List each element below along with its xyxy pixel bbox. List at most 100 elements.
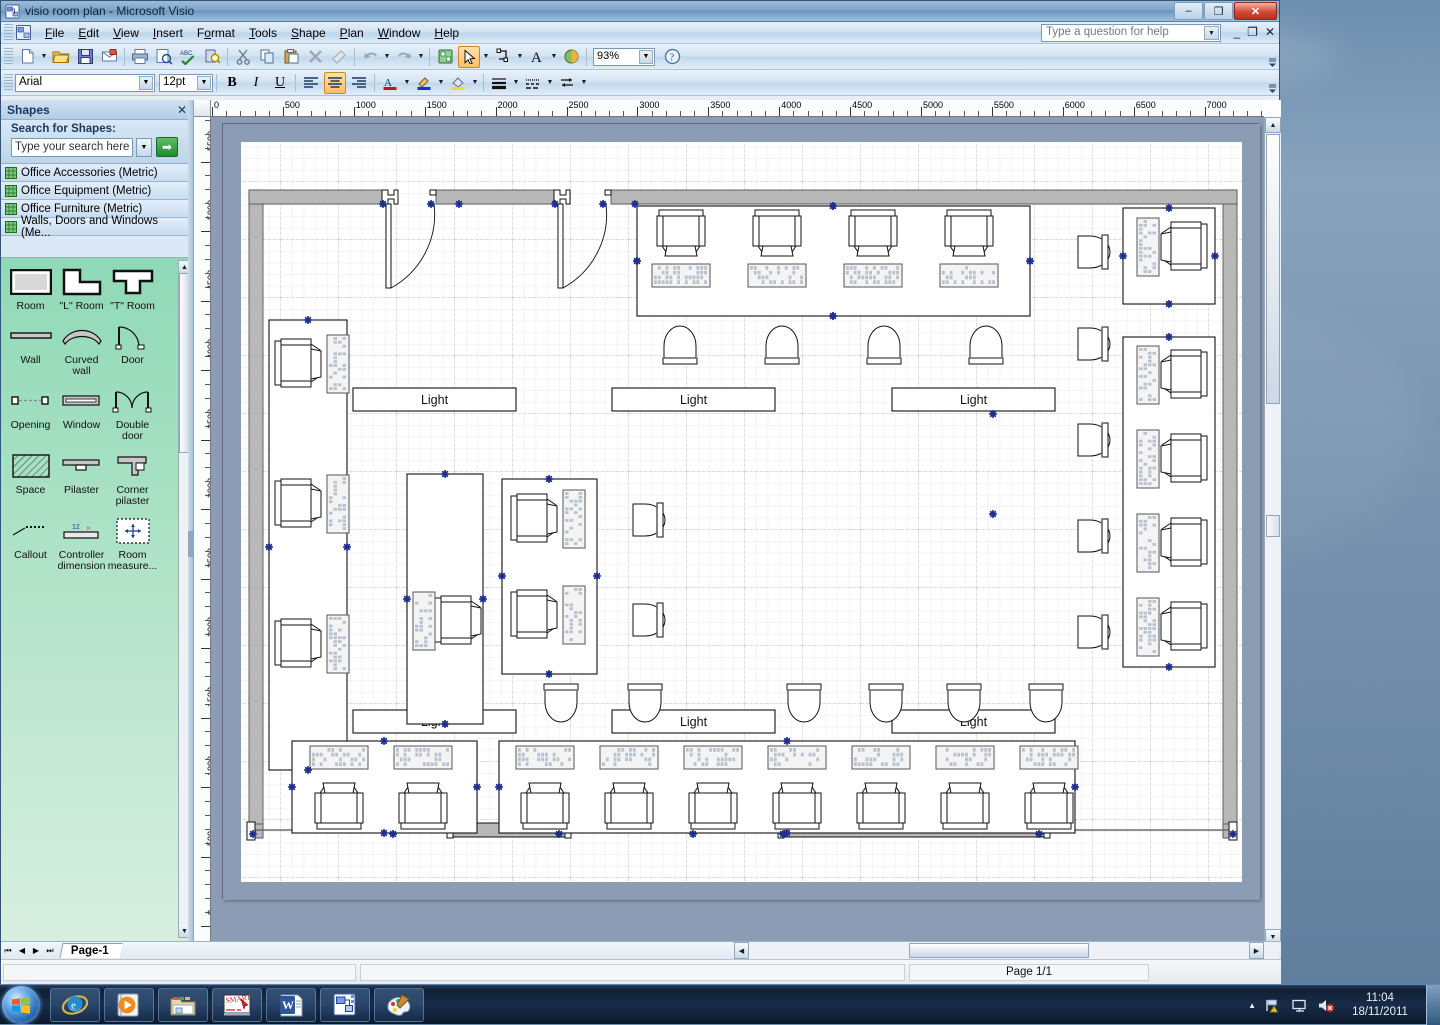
taskbar-item-microsoft-visio[interactable] (320, 988, 370, 1022)
stencil-master-door-shape[interactable]: Door (107, 318, 158, 377)
connector-tool-dropdown-icon[interactable]: ▼ (515, 46, 525, 68)
standard-toolbar-handle[interactable] (4, 48, 13, 66)
shapes-window-icon[interactable] (434, 46, 456, 68)
canvas-vertical-scrollbar[interactable]: ▲ ▼ (1264, 117, 1281, 945)
close-icon[interactable]: ✕ (177, 103, 187, 117)
formatting-toolbar-overflow-button[interactable] (1267, 70, 1277, 94)
font-size-combobox[interactable]: 12pt ▼ (159, 74, 213, 92)
stencil-master-corner-pilaster-shape[interactable]: Corner pilaster (107, 448, 158, 507)
text-color-dropdown-icon[interactable]: ▼ (402, 72, 412, 94)
bold-button[interactable]: B (221, 72, 243, 94)
connector-tool-icon[interactable] (492, 46, 514, 68)
chevron-down-icon[interactable]: ▼ (639, 50, 653, 64)
redo-dropdown-icon[interactable]: ▼ (416, 46, 426, 68)
stencil-master-room-shape[interactable]: Room (5, 264, 56, 312)
align-center-icon[interactable] (324, 72, 346, 94)
menu-item-plan[interactable]: Plan (333, 24, 371, 42)
menu-item-shape[interactable]: Shape (284, 24, 333, 42)
tab-scroll-thumb[interactable] (909, 943, 1089, 958)
maximize-button[interactable]: ❐ (1204, 2, 1233, 20)
doc-minimize-button[interactable]: _ (1233, 25, 1240, 39)
line-ends-icon[interactable] (556, 72, 578, 94)
open-icon[interactable] (50, 46, 72, 68)
stencil-master-window-shape[interactable]: Window (56, 383, 107, 442)
copy-icon[interactable] (256, 46, 278, 68)
line-pattern-icon[interactable] (522, 72, 544, 94)
menu-item-edit[interactable]: Edit (71, 24, 106, 42)
drawing-canvas[interactable]: LightLightLightLightLightLight (211, 117, 1264, 945)
last-page-button[interactable]: ⏭ (43, 943, 57, 958)
stencil-master-controller-dimension-shape[interactable]: 12Controller dimension (56, 513, 107, 572)
help-icon[interactable]: ? (661, 46, 683, 68)
menu-item-tools[interactable]: Tools (242, 24, 284, 42)
horizontal-ruler[interactable]: 0500100015002000250030003500400045005000… (211, 100, 1264, 117)
minimize-button[interactable]: – (1174, 2, 1203, 20)
vertical-ruler[interactable]: 0500100015002000250030003500400045005000… (194, 117, 211, 945)
tab-grip[interactable] (1264, 942, 1279, 959)
text-tool-dropdown-icon[interactable]: ▼ (549, 46, 559, 68)
pointer-tool-dropdown-icon[interactable]: ▼ (481, 46, 491, 68)
taskbar-item-microsoft-word[interactable]: W (266, 988, 316, 1022)
text-color-icon[interactable]: A (379, 72, 401, 94)
undo-dropdown-icon[interactable]: ▼ (382, 46, 392, 68)
page-tabs-scroll-area[interactable]: ◀ ▶ (734, 941, 1279, 959)
cut-icon[interactable] (232, 46, 254, 68)
stencil-master-opening-shape[interactable]: Opening (5, 383, 56, 442)
paste-icon[interactable] (280, 46, 302, 68)
page-sheet[interactable]: LightLightLightLightLightLight (222, 123, 1259, 899)
taskbar-item-microsoft-paint[interactable] (374, 988, 424, 1022)
next-page-button[interactable]: ▶ (29, 943, 43, 958)
display-icon[interactable] (1291, 998, 1308, 1013)
line-color-icon[interactable] (413, 72, 435, 94)
stencil-master-callout-shape[interactable]: Callout (5, 513, 56, 572)
stencil-master-l-room-shape[interactable]: "L" Room (56, 264, 107, 312)
taskbar-item-smart-notebook[interactable]: SMART (212, 988, 262, 1022)
menu-item-format[interactable]: Format (190, 24, 242, 42)
toolbar-overflow-button[interactable] (1267, 44, 1277, 68)
menu-item-window[interactable]: Window (371, 24, 428, 42)
zoom-combobox[interactable]: 93% ▼ (593, 48, 655, 66)
delete-icon[interactable] (304, 46, 326, 68)
scroll-right-icon[interactable]: ▶ (1249, 942, 1264, 959)
line-weight-icon[interactable] (488, 72, 510, 94)
new-icon[interactable] (16, 46, 38, 68)
chevron-down-icon[interactable]: ▼ (136, 138, 152, 157)
stencil-item[interactable]: Walls, Doors and Windows (Me... (1, 218, 193, 236)
taskbar-item-windows-explorer[interactable] (158, 988, 208, 1022)
previous-page-button[interactable]: ◀ (15, 943, 29, 958)
show-desktop-button[interactable] (1426, 985, 1440, 1025)
taskbar-item-internet-explorer[interactable]: e (50, 988, 100, 1022)
fill-color-icon[interactable] (447, 72, 469, 94)
doc-restore-button[interactable]: ❐ (1247, 25, 1258, 39)
stencil-item[interactable]: Office Equipment (Metric) (1, 182, 193, 200)
start-button[interactable] (2, 986, 40, 1024)
stencil-item[interactable]: Office Accessories (Metric) (1, 164, 193, 182)
stencil-master-space-shape[interactable]: Space (5, 448, 56, 507)
new-dropdown-icon[interactable]: ▼ (39, 46, 49, 68)
align-left-icon[interactable] (300, 72, 322, 94)
doc-close-button[interactable]: ✕ (1265, 25, 1275, 39)
pointer-tool-icon[interactable] (458, 46, 480, 68)
italic-button[interactable]: I (245, 72, 267, 94)
clock[interactable]: 11:04 18/11/2011 (1344, 991, 1416, 1019)
email-icon[interactable] (98, 46, 120, 68)
font-name-combobox[interactable]: Arial ▼ (15, 74, 155, 92)
research-icon[interactable] (201, 46, 223, 68)
chevron-down-icon[interactable]: ▼ (1204, 26, 1219, 40)
help-search-box[interactable]: Type a question for help ▼ (1041, 24, 1221, 42)
volume-muted-icon[interactable] (1317, 998, 1335, 1013)
scrollbar-grip[interactable] (1266, 515, 1280, 537)
first-page-button[interactable]: ⏮ (1, 943, 15, 958)
scroll-left-icon[interactable]: ◀ (734, 942, 749, 959)
underline-button[interactable]: U (269, 72, 291, 94)
save-icon[interactable] (74, 46, 96, 68)
align-right-icon[interactable] (348, 72, 370, 94)
menu-item-insert[interactable]: Insert (146, 24, 190, 42)
ruler-origin-box[interactable] (194, 100, 211, 117)
menu-item-file[interactable]: File (38, 24, 71, 42)
network-warning-icon[interactable]: ! (1265, 998, 1282, 1013)
menu-item-help[interactable]: Help (427, 24, 466, 42)
chevron-down-icon[interactable]: ▼ (139, 76, 153, 90)
stencil-master-room-measure-shape[interactable]: Room measure... (107, 513, 158, 572)
floor-plan-drawing[interactable]: LightLightLightLightLightLight (223, 124, 1260, 900)
